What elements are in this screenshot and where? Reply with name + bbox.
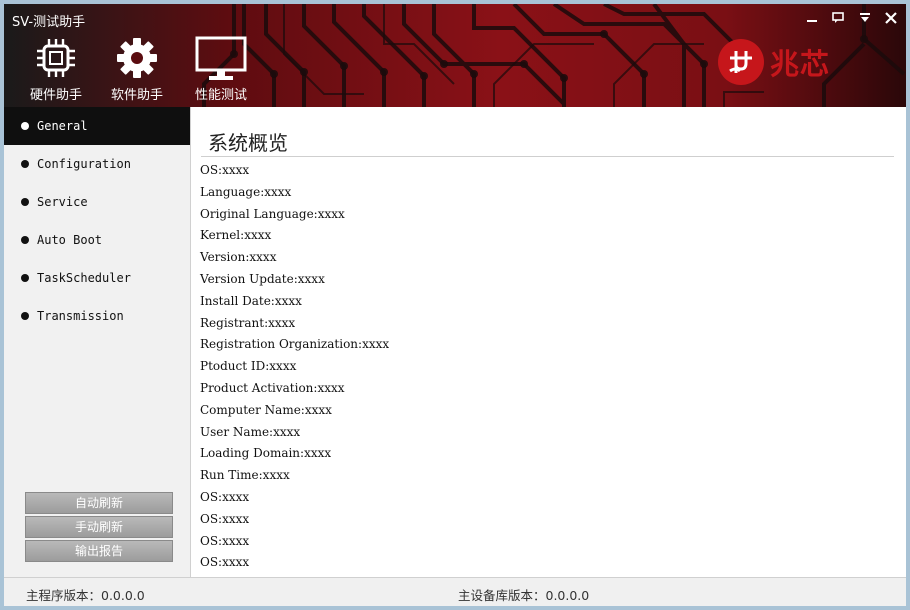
dropdown-icon[interactable] (855, 8, 875, 28)
sidebar-item-label: Configuration (37, 157, 131, 171)
monitor-icon (183, 34, 259, 82)
sidebar: General Configuration Service Auto Boot … (4, 107, 191, 577)
toolbar-label-performance: 性能测试 (194, 88, 247, 103)
sidebar-item-transmission[interactable]: Transmission (4, 297, 190, 335)
sidebar-item-label: Transmission (37, 309, 124, 323)
chip-icon (18, 34, 94, 82)
bullet-icon (21, 236, 29, 244)
software-assistant-button[interactable]: 软件助手 (99, 34, 175, 104)
bullet-icon (21, 198, 29, 206)
info-line: Original Language:xxxx (200, 206, 345, 221)
main-panel: 系统概览 OS:xxxx Language:xxxx Original Lang… (191, 107, 906, 577)
system-info-list: OS:xxxx Language:xxxx Original Language:… (200, 160, 389, 574)
feedback-icon[interactable] (828, 8, 848, 28)
bullet-icon (21, 122, 29, 130)
sidebar-item-label: Service (37, 195, 88, 209)
info-line: OS:xxxx (200, 533, 250, 548)
info-line: Version Update:xxxx (200, 271, 325, 286)
main-program-version: 主程序版本：0.0.0.0 (26, 588, 145, 603)
close-icon[interactable] (881, 8, 901, 28)
header-banner: SV-测试助手 硬件助手 软件助手 性能测试 兆芯 (4, 4, 906, 107)
info-line: Ptoduct ID:xxxx (200, 359, 297, 374)
info-line: User Name:xxxx (200, 424, 301, 439)
info-line: OS:xxxx (200, 555, 250, 570)
page-title: 系统概览 (208, 131, 288, 155)
gear-icon (99, 34, 175, 82)
sidebar-item-label: Auto Boot (37, 233, 103, 247)
sidebar-item-label: TaskScheduler (37, 271, 131, 285)
toolbar-label-software: 软件助手 (110, 88, 163, 103)
sidebar-item-general[interactable]: General (4, 107, 190, 145)
hardware-assistant-button[interactable]: 硬件助手 (18, 34, 94, 104)
app-window: SV-测试助手 硬件助手 软件助手 性能测试 兆芯 General Config… (0, 0, 910, 610)
info-line: Language:xxxx (200, 184, 292, 199)
window-frame: SV-测试助手 硬件助手 软件助手 性能测试 兆芯 General Config… (4, 4, 906, 606)
info-line: Kernel:xxxx (200, 228, 272, 243)
info-line: Install Date:xxxx (200, 293, 302, 308)
status-bar: 主程序版本：0.0.0.0 主设备库版本：0.0.0.0 (4, 577, 906, 606)
sidebar-item-label: General (37, 119, 88, 133)
info-line: Computer Name:xxxx (200, 402, 332, 417)
brand-logo: 兆芯 (718, 37, 848, 87)
sidebar-item-taskscheduler[interactable]: TaskScheduler (4, 259, 190, 297)
minimize-icon[interactable] (802, 8, 822, 28)
sidebar-item-service[interactable]: Service (4, 183, 190, 221)
sidebar-item-auto-boot[interactable]: Auto Boot (4, 221, 190, 259)
info-line: Run Time:xxxx (200, 468, 290, 483)
export-report-button[interactable]: 输出报告 (25, 540, 173, 562)
sidebar-item-configuration[interactable]: Configuration (4, 145, 190, 183)
performance-test-button[interactable]: 性能测试 (183, 34, 259, 104)
brand-mark-icon (718, 39, 764, 85)
bullet-icon (21, 312, 29, 320)
manual-refresh-button[interactable]: 手动刷新 (25, 516, 173, 538)
bullet-icon (21, 160, 29, 168)
device-library-version: 主设备库版本：0.0.0.0 (458, 588, 590, 603)
info-line: Loading Domain:xxxx (200, 446, 332, 461)
info-line: Product Activation:xxxx (200, 380, 345, 395)
title-divider (201, 156, 894, 157)
info-line: Registration Organization:xxxx (200, 337, 390, 352)
info-line: Version:xxxx (200, 250, 277, 265)
auto-refresh-button[interactable]: 自动刷新 (25, 492, 173, 514)
toolbar-label-hardware: 硬件助手 (29, 88, 82, 103)
info-line: OS:xxxx (200, 163, 250, 177)
info-line: Registrant:xxxx (200, 315, 296, 330)
brand-text: 兆芯 (770, 47, 831, 81)
info-line: OS:xxxx (200, 511, 250, 526)
info-line: OS:xxxx (200, 489, 250, 504)
bullet-icon (21, 274, 29, 282)
app-title: SV-测试助手 (12, 15, 86, 30)
